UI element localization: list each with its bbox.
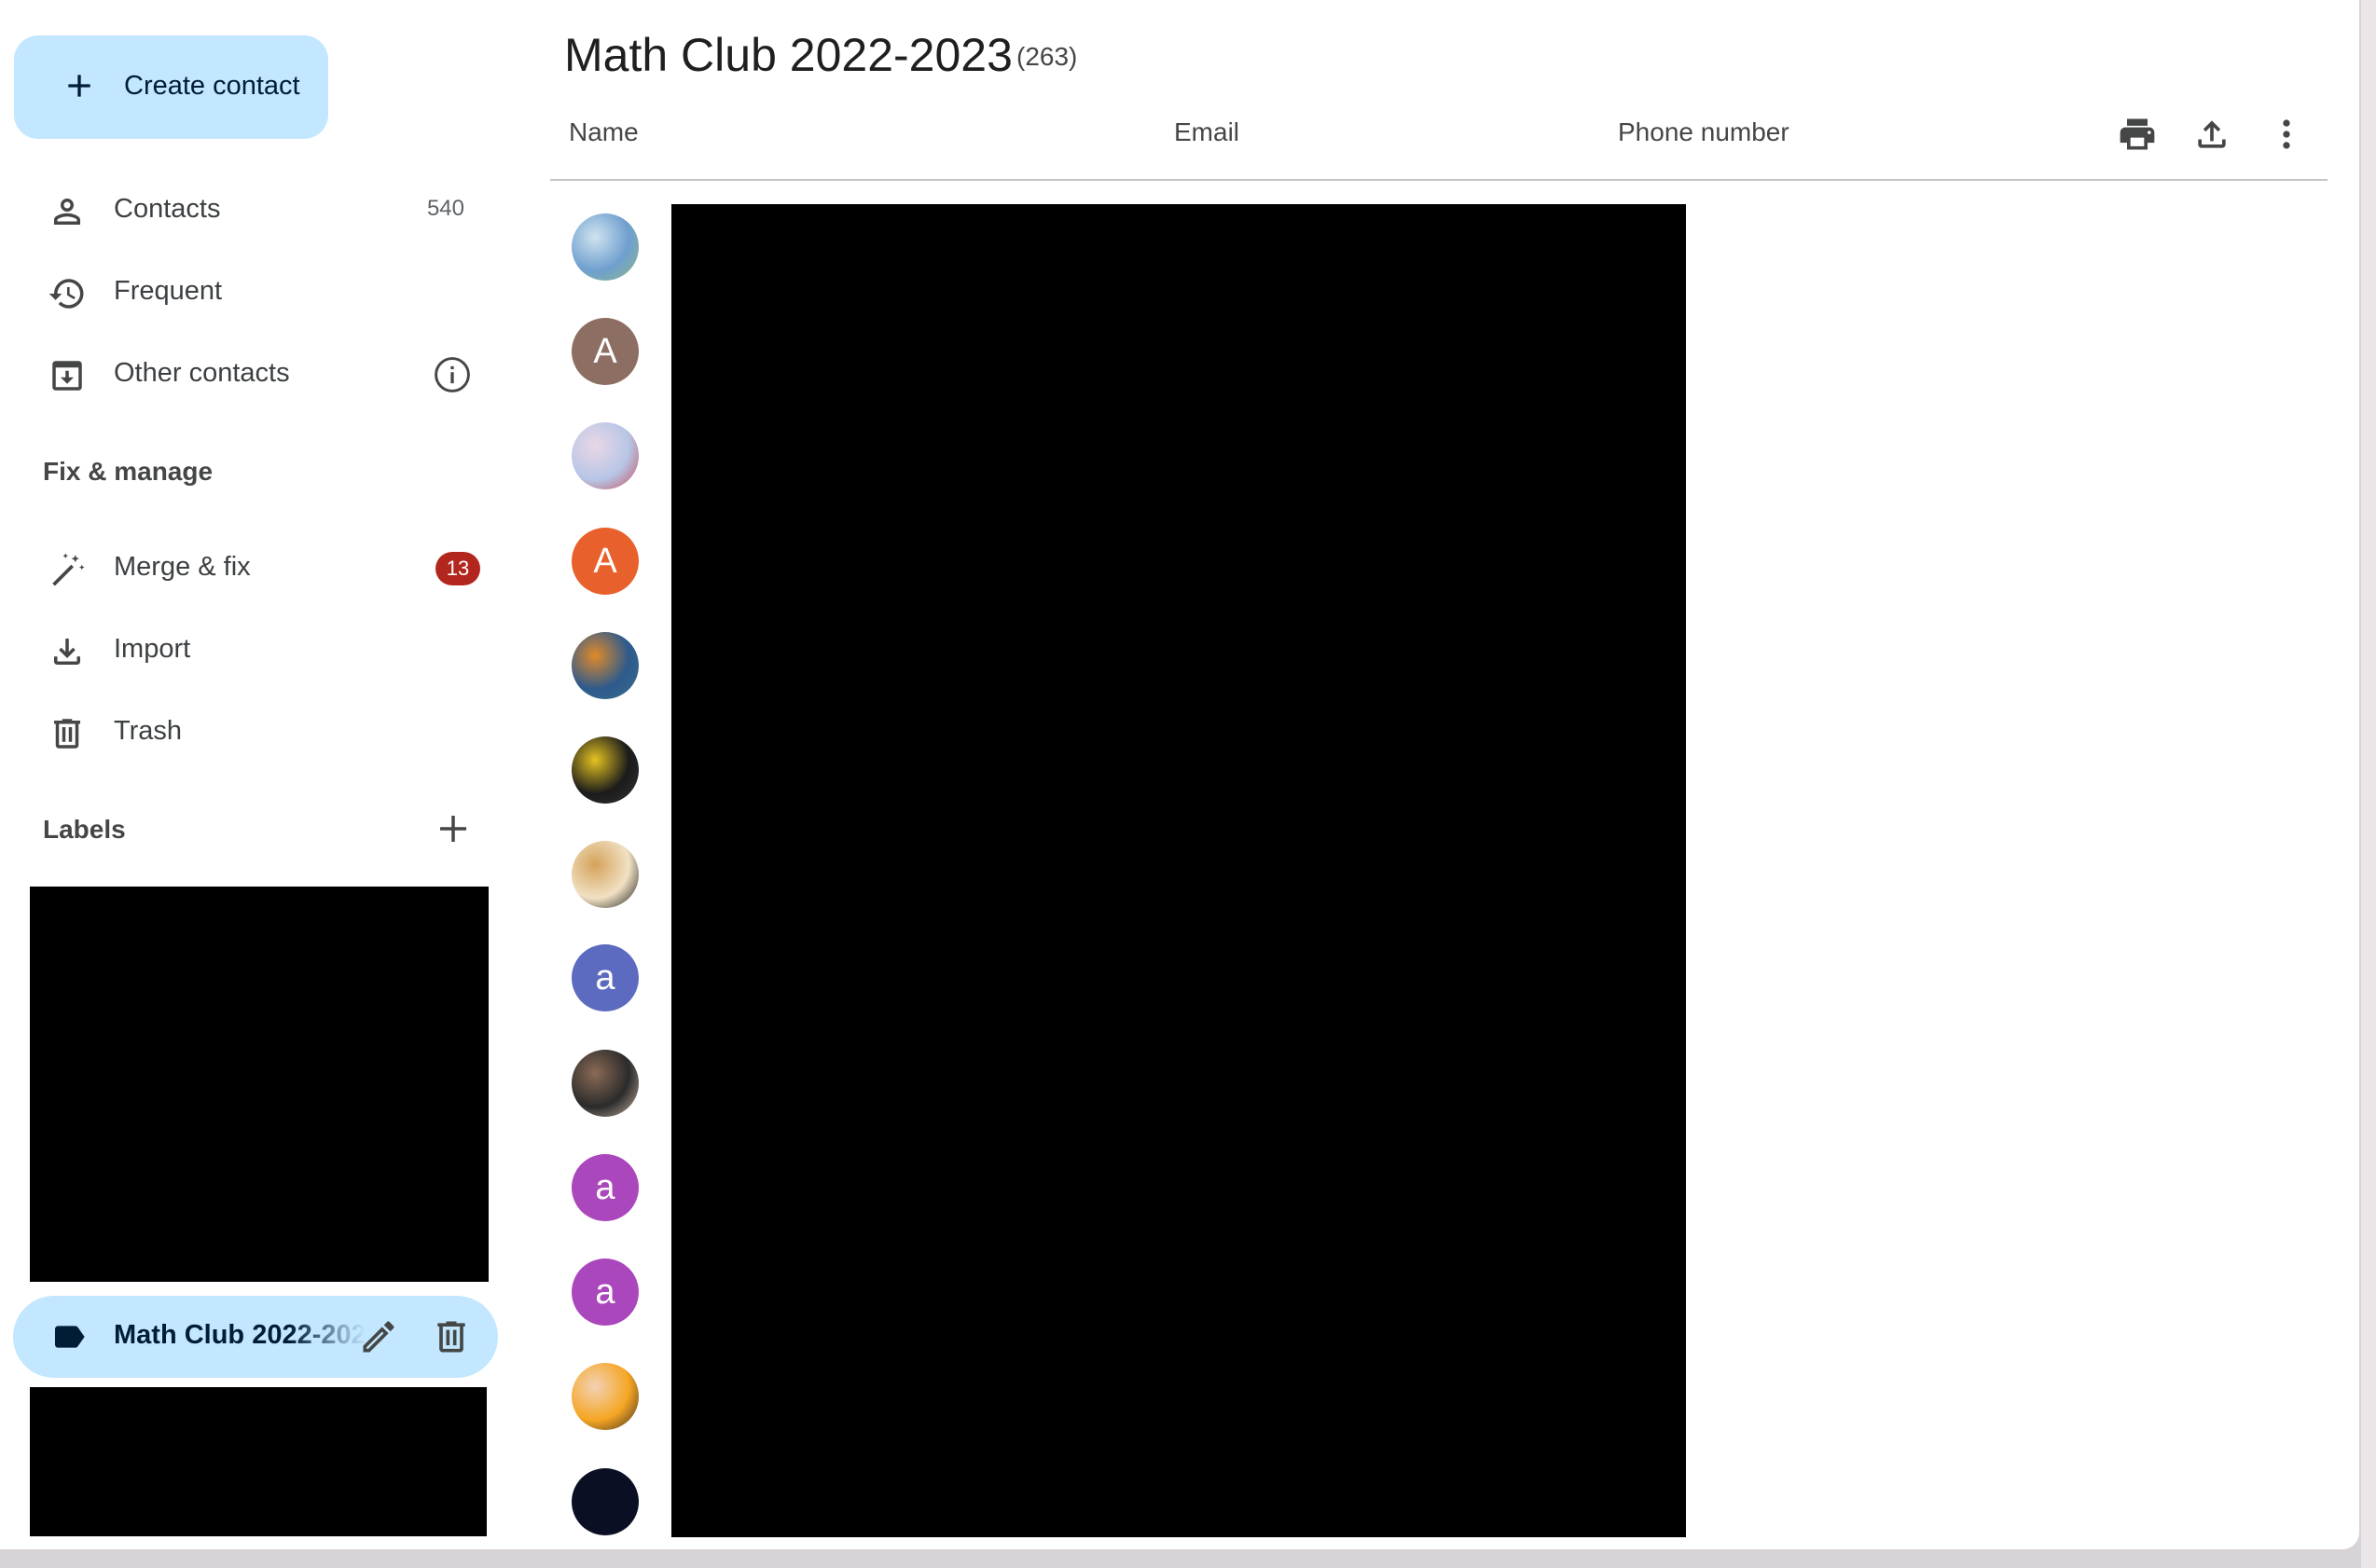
info-icon[interactable] [432, 354, 473, 395]
more-vert-icon[interactable] [2266, 114, 2307, 155]
pencil-icon[interactable] [358, 1316, 399, 1357]
label-icon [55, 1326, 85, 1348]
sidebar-item-import[interactable]: Import [14, 613, 480, 686]
column-header-name: Name [569, 117, 639, 146]
export-icon[interactable] [2191, 114, 2232, 155]
contact-avatar-question-mark-photo[interactable] [572, 736, 639, 804]
redacted-labels-block [30, 1387, 487, 1536]
create-contact-button[interactable]: Create contact [14, 35, 328, 139]
sidebar-item-label: Other contacts [114, 358, 290, 388]
magic-wand-icon [52, 553, 85, 586]
trash-icon [54, 719, 80, 749]
redacted-contact-rows [671, 204, 1686, 1537]
sidebar-item-label: Contacts [114, 194, 221, 224]
contact-avatar-letter[interactable]: a [572, 1154, 639, 1221]
person-icon [54, 199, 80, 225]
fix-manage-heading: Fix & manage [43, 457, 214, 486]
print-icon[interactable] [2117, 114, 2158, 155]
sidebar-item-trash[interactable]: Trash [14, 695, 480, 768]
sidebar-item-contacts[interactable]: Contacts 540 [14, 173, 480, 246]
contact-avatar-letter[interactable]: a [572, 944, 639, 1011]
redacted-labels-block [30, 887, 489, 1282]
column-header-email: Email [1174, 117, 1240, 146]
add-label-icon[interactable] [434, 809, 473, 848]
history-icon [48, 279, 84, 309]
create-contact-label: Create contact [124, 71, 300, 101]
labels-heading: Labels [43, 815, 126, 844]
contact-avatar-fantasy-photo[interactable] [572, 632, 639, 699]
sidebar-item-frequent[interactable]: Frequent [14, 255, 480, 328]
sidebar-item-label: Trash [114, 716, 183, 746]
column-header-phone: Phone number [1618, 117, 1789, 146]
scrollbar[interactable] [2361, 0, 2376, 1568]
contact-avatar-letter[interactable]: a [572, 1259, 639, 1326]
contact-avatar-cartoon-photo[interactable] [572, 1363, 639, 1430]
contact-count: (263) [1016, 42, 1078, 71]
contact-avatar-doge-photo[interactable] [572, 841, 639, 908]
sidebar-item-label: Frequent [114, 276, 223, 306]
sidebar-item-label: Merge & fix [114, 552, 251, 582]
sidebar-item-merge-fix[interactable]: Merge & fix 13 [14, 531, 480, 604]
download-icon [54, 639, 80, 665]
label-name: Math Club 2022-2023 [114, 1320, 366, 1350]
page-title: Math Club 2022-2023 [564, 29, 1013, 81]
sidebar-label-math-club[interactable]: Math Club 2022-2023 [13, 1296, 498, 1378]
trash-icon[interactable] [431, 1316, 472, 1357]
contacts-app-window: Create contact Contacts 540 Frequent Oth… [0, 0, 2359, 1549]
sidebar-item-label: Import [114, 634, 191, 664]
contact-avatar-sky-photo[interactable] [572, 213, 639, 281]
sidebar-item-other-contacts[interactable]: Other contacts [14, 337, 480, 410]
contact-avatar-dark-photo[interactable] [572, 1468, 639, 1535]
contact-avatar-people-photo[interactable] [572, 1050, 639, 1117]
contact-avatar-sketch-photo[interactable] [572, 422, 639, 489]
archive-download-icon [52, 361, 82, 391]
contact-avatar-letter[interactable]: A [572, 318, 639, 385]
merge-fix-badge: 13 [435, 552, 480, 585]
plus-icon [68, 75, 90, 97]
header-divider [550, 179, 2328, 181]
contact-avatar-letter[interactable]: A [572, 528, 639, 595]
contacts-count: 540 [426, 196, 464, 221]
